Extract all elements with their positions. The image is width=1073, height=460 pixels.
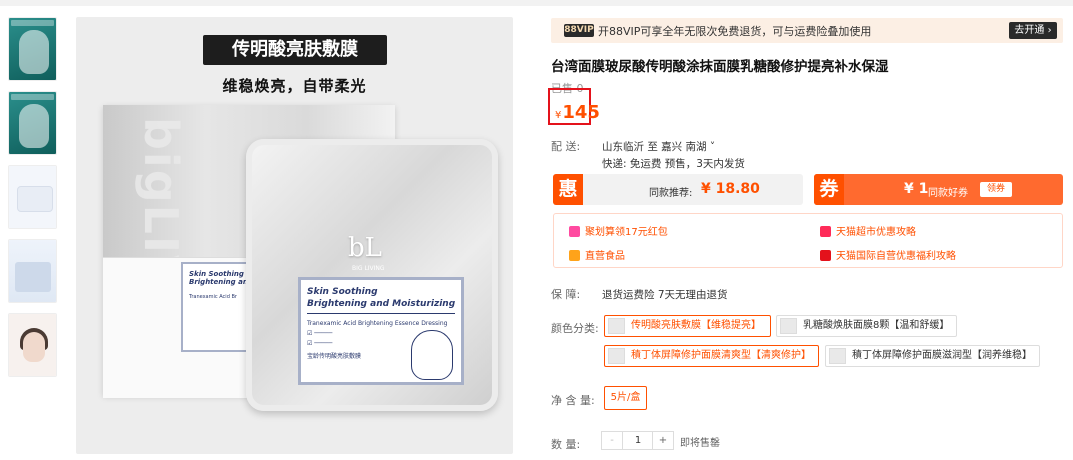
vip-open-button[interactable]: 去开通 ›: [1009, 22, 1057, 39]
product-title: 台湾面膜玻尿酸传明酸涂抹面膜乳糖酸修护提亮补水保湿: [551, 59, 889, 75]
swatch-thumbnail: [608, 318, 625, 334]
hui-label: 同款推荐:: [649, 188, 693, 199]
delivery-route[interactable]: 山东临沂 至 嘉兴 南湖 ˅: [602, 139, 715, 154]
delivery-info: 快递: 免运费 预售，3天内发货: [602, 158, 745, 170]
promo-item-2[interactable]: 天猫超市优惠攻略: [820, 223, 916, 238]
vip-badge: 88VIP: [564, 24, 594, 37]
main-product-image[interactable]: 传明酸亮肤敷膜 维稳焕亮，自带柔光 bigLIVING Skin Soothin…: [76, 17, 513, 454]
guarantee-text: 退货运费险 7天无理由退货: [602, 289, 728, 301]
mask-sachet: bL BIG LIVING Skin Soothing Brightening …: [246, 139, 498, 411]
thumbnail-2[interactable]: [8, 91, 57, 155]
swatch-thumbnail: [608, 348, 625, 364]
coupon-card[interactable]: 券 ¥ 1 同款好券 领券: [814, 174, 1063, 205]
swatch-text: 乳糖酸焕肤面膜8颗【温和舒缓】: [803, 320, 950, 331]
stock-note: 即将售罄: [680, 438, 720, 449]
quantity-input[interactable]: 1: [623, 432, 653, 449]
sachet-label: Skin Soothing Brightening and Moisturizi…: [298, 277, 464, 385]
color-option-4[interactable]: 積丁体屏障修护面膜滋润型【润养维稳】: [825, 345, 1040, 367]
gift-icon: [569, 226, 580, 237]
claim-coupon-button[interactable]: 领券: [980, 182, 1012, 197]
brand-subtitle: BIG LIVING: [352, 265, 385, 272]
vip-banner: 88VIP 开88VIP可享全年无限次免费退货，可与运费险叠加使用 去开通 ›: [551, 18, 1063, 43]
coupon-label: 同款好券: [928, 188, 968, 199]
image-title: 传明酸亮肤敷膜: [203, 35, 387, 65]
color-option-1[interactable]: 传明酸亮肤敷膜【维稳提亮】: [604, 315, 771, 337]
guarantee-label: 保 障:: [551, 288, 581, 301]
swatch-text: 積丁体屏障修护面膜清爽型【清爽修护】: [631, 350, 811, 361]
promo-text: 聚划算领17元红包: [585, 227, 668, 238]
image-subtitle: 维稳焕亮，自带柔光: [222, 77, 367, 95]
hui-tag: 惠: [553, 174, 583, 205]
promo-text: 直营食品: [585, 251, 625, 262]
thumbnail-3[interactable]: [8, 165, 57, 229]
face-illustration-icon: [411, 330, 453, 380]
similar-recommend-coupon[interactable]: 惠 同款推荐: ¥ 18.80: [553, 174, 803, 205]
thumbnail-1[interactable]: [8, 17, 57, 81]
price: ¥145: [555, 102, 600, 123]
swatch-text: 传明酸亮肤敷膜【维稳提亮】: [631, 320, 761, 331]
delivery-label: 配 送:: [551, 140, 581, 153]
color-label: 颜色分类:: [551, 322, 599, 335]
swatch-text: 積丁体屏障修护面膜滋润型【润养维稳】: [852, 350, 1032, 361]
swatch-thumbnail: [829, 348, 846, 364]
vip-text: 开88VIP可享全年无限次免费退货，可与运费险叠加使用: [598, 25, 872, 38]
quantity-plus-button[interactable]: +: [652, 432, 673, 449]
promo-item-3[interactable]: 直营食品: [569, 247, 625, 262]
color-option-2[interactable]: 乳糖酸焕肤面膜8颗【温和舒缓】: [776, 315, 957, 337]
tmall-market-icon: [820, 226, 831, 237]
price-value: 145: [562, 102, 600, 123]
promo-text: 天猫国际自营优惠福利攻略: [836, 251, 956, 262]
thumbnail-4[interactable]: [8, 239, 57, 303]
thumbnail-5[interactable]: [8, 313, 57, 377]
brand-logo: bL: [348, 233, 382, 263]
top-strip: [0, 0, 1073, 6]
net-content-option[interactable]: 5片/盒: [604, 386, 647, 410]
promotions-box: [553, 213, 1063, 268]
promo-item-1[interactable]: 聚划算领17元红包: [569, 223, 668, 238]
color-option-3[interactable]: 積丁体屏障修护面膜清爽型【清爽修护】: [604, 345, 819, 367]
quan-tag: 券: [814, 174, 844, 205]
quantity-minus-button[interactable]: -: [602, 432, 623, 449]
promo-text: 天猫超市优惠攻略: [836, 227, 916, 238]
coupon-amount: ¥ 1: [904, 181, 929, 197]
food-icon: [569, 250, 580, 261]
hui-amount: ¥ 18.80: [701, 181, 760, 197]
promo-item-4[interactable]: 天猫国际自营优惠福利攻略: [820, 247, 956, 262]
quantity-label: 数 量:: [551, 438, 581, 451]
currency-symbol: ¥: [555, 110, 562, 121]
tmall-global-icon: [820, 250, 831, 261]
swatch-thumbnail: [780, 318, 797, 334]
quantity-stepper: - 1 +: [601, 431, 674, 450]
net-content-label: 净 含 量:: [551, 394, 595, 407]
